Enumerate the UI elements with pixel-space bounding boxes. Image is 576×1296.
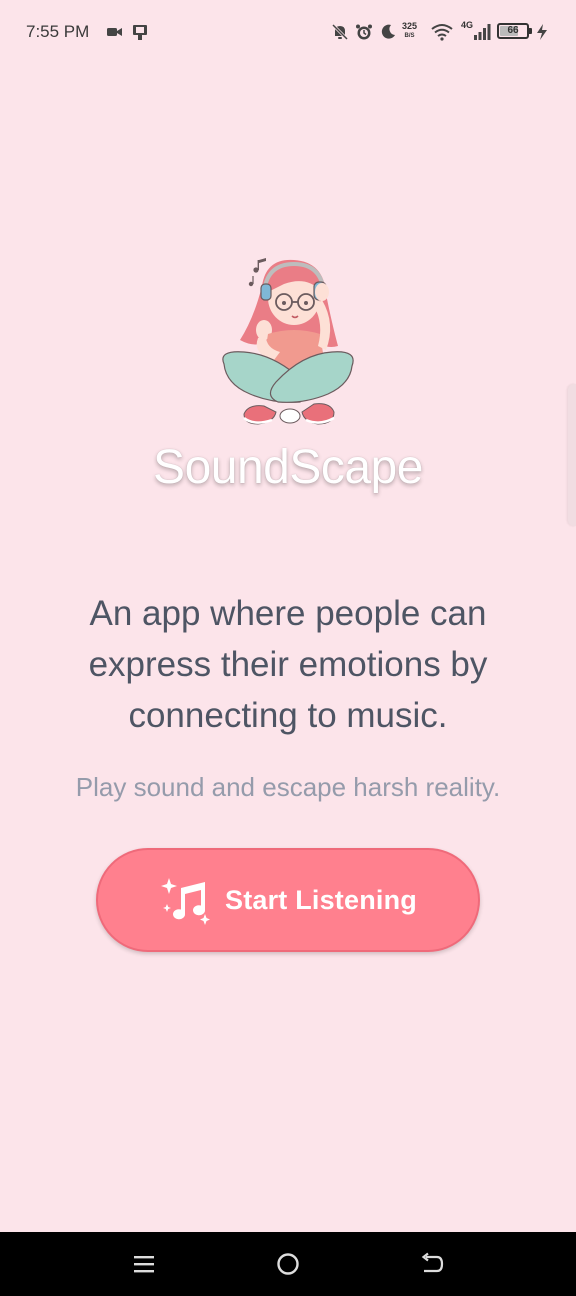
girl-with-headphones-illustration (222, 258, 354, 425)
status-bar: 7:55 PM 325 B/S 4G 66 (0, 0, 576, 64)
app-title: SoundScape (153, 441, 423, 494)
battery-level: 66 (507, 25, 519, 36)
start-listening-label: Start Listening (224, 884, 417, 915)
alarm-icon (354, 20, 374, 44)
start-listening-button[interactable]: Start Listening (96, 848, 480, 952)
navigation-bar (0, 1232, 576, 1296)
app-tagline: An app where people can express their em… (88, 594, 488, 735)
moon-icon (378, 20, 398, 44)
app-subtagline: Play sound and escape harsh reality. (75, 772, 501, 802)
screen-icon (130, 20, 150, 44)
recent-apps-button[interactable] (114, 1244, 174, 1284)
home-button[interactable] (258, 1244, 318, 1284)
status-time: 7:55 PM (26, 22, 90, 41)
network-speed-unit: B/S (404, 33, 415, 39)
video-camera-icon (106, 20, 124, 44)
network-speed-value: 325 (402, 21, 418, 31)
mute-bell-icon (330, 20, 350, 44)
back-icon (421, 1252, 444, 1273)
menu-icon (134, 1256, 154, 1273)
battery-icon: 66 (497, 23, 529, 39)
back-button[interactable] (402, 1244, 462, 1284)
music-notes-sparkle-icon (160, 878, 210, 925)
signal-icon (472, 20, 492, 44)
home-circle-icon (277, 1253, 299, 1275)
charging-bolt-icon (534, 20, 550, 44)
wifi-icon (430, 20, 454, 44)
network-speed: 325 B/S (402, 21, 417, 41)
battery-cap (529, 28, 532, 34)
